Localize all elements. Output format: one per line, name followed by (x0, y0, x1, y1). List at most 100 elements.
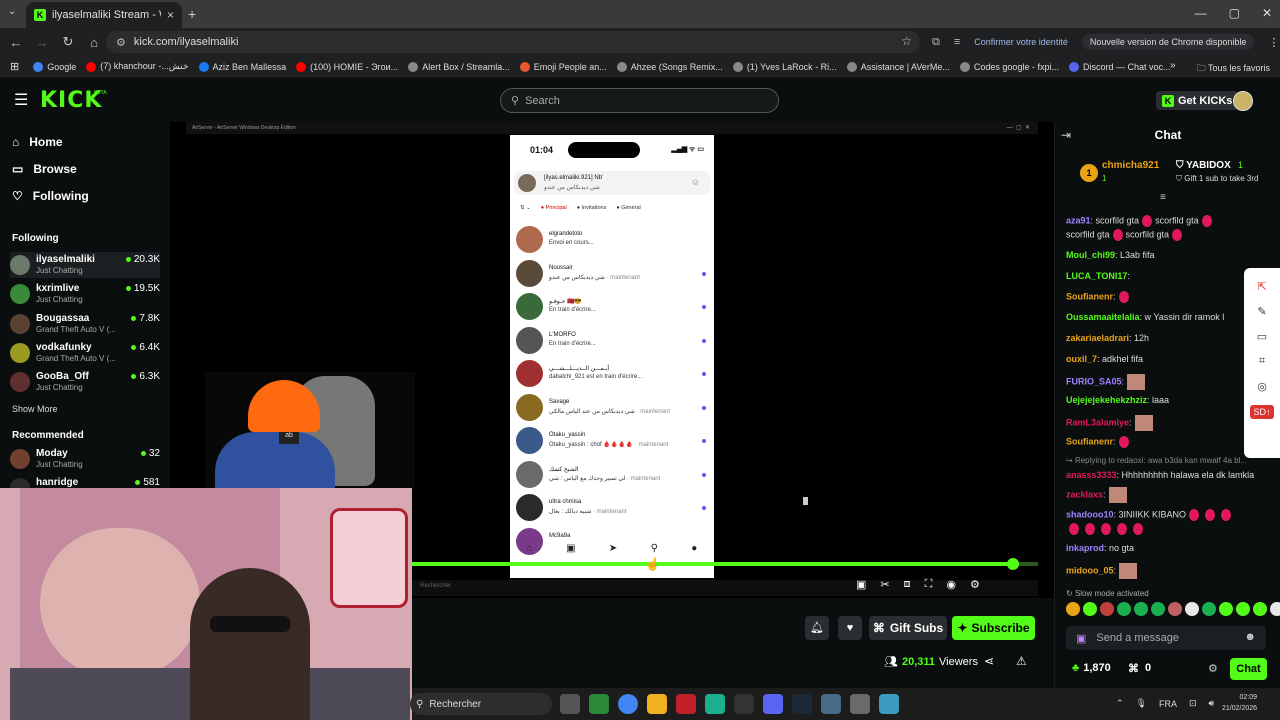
send-chat-button[interactable]: Chat (1230, 658, 1267, 680)
chat-username[interactable]: ouxil_7 (1066, 354, 1097, 364)
quick-emote-icon[interactable] (1066, 602, 1080, 616)
task-view-icon[interactable] (560, 694, 580, 714)
chat-username[interactable]: Uejejejekehekzhziz (1066, 395, 1147, 405)
ext-crop-icon[interactable]: ⌗ (1259, 355, 1265, 368)
reading-list-icon[interactable]: ≡ (954, 36, 960, 48)
taskbar-clock[interactable]: 02:09 21/02/2026 (1222, 692, 1257, 714)
quick-emote-icon[interactable] (1236, 602, 1250, 616)
steam-icon[interactable] (792, 694, 812, 714)
bookmark-item[interactable]: Codes google - fxpi... (959, 61, 1059, 72)
share-icon[interactable]: ⋖ (984, 654, 994, 668)
discord-icon[interactable] (763, 694, 783, 714)
file-explorer-icon[interactable] (647, 694, 667, 714)
tab-list-icon[interactable]: ⌄ (8, 6, 16, 17)
settings-app-icon[interactable] (821, 694, 841, 714)
quick-emote-icon[interactable] (1253, 602, 1267, 616)
chat-username[interactable]: zacklaxs (1066, 489, 1103, 499)
network-icon[interactable]: ⊡ (1189, 698, 1197, 709)
app-icon-1[interactable] (589, 694, 609, 714)
bookmark-item[interactable]: Assistance | AVerMe... (846, 61, 950, 72)
fullscreen-icon[interactable]: ⛶ (925, 578, 933, 591)
ext-export-icon[interactable]: ⇱ (1257, 280, 1266, 293)
chat-username[interactable]: LUCA_TONI17 (1066, 271, 1127, 281)
clip-icon[interactable]: ✂ (880, 578, 889, 591)
settings-gear-icon[interactable]: ⚙ (970, 578, 980, 591)
sidebar-channel-item[interactable]: Moday Just Chatting 32 (10, 446, 160, 472)
chat-username[interactable]: midooo_05 (1066, 565, 1114, 575)
gift-balance[interactable]: ⌘ 0 (1128, 662, 1151, 675)
notification-bell-icon[interactable]: 🔔︎ (805, 616, 829, 640)
quick-emote-icon[interactable] (1185, 602, 1199, 616)
subscribe-button[interactable]: ✦ Subscribe (952, 616, 1035, 640)
volume-icon[interactable]: ◉ (946, 578, 956, 591)
bookmark-item[interactable]: Google (33, 61, 76, 72)
stream-progress-knob[interactable] (1007, 558, 1019, 570)
new-version-button[interactable]: Nouvelle version de Chrome disponible (1081, 34, 1255, 50)
app-icon-obs[interactable] (850, 694, 870, 714)
bookmark-item[interactable]: Ahzee (Songs Remix... (616, 61, 723, 72)
sidebar-channel-item[interactable]: ilyaselmaliki Just Chatting 20.3K (10, 252, 160, 278)
bookmark-item[interactable]: (7) khanchour -...خنش (86, 61, 189, 72)
ext-target-icon[interactable]: ◎ (1257, 380, 1267, 393)
ext-sd-badge[interactable]: SD↑ (1250, 405, 1274, 419)
quick-emote-icon[interactable] (1270, 602, 1280, 616)
theater-mode-icon[interactable]: ▣ (856, 578, 866, 591)
chat-username[interactable]: FURIO_SA05 (1066, 376, 1122, 386)
identity-prompt[interactable]: Confirmer votre identité (974, 37, 1068, 47)
apps-grid-icon[interactable]: ⊞ (10, 60, 19, 73)
menu-dots-icon[interactable]: ⋮ (1268, 36, 1279, 49)
ext-pen-icon[interactable]: ✎ (1257, 305, 1266, 318)
quick-emote-icon[interactable] (1117, 602, 1131, 616)
sidebar-nav-home[interactable]: ⌂ Home (12, 135, 63, 149)
maximize-icon[interactable]: ▢ (1229, 6, 1240, 20)
show-more-link[interactable]: Show More (12, 404, 58, 414)
taskbar-search[interactable]: ⚲ Rechercher (410, 693, 552, 715)
close-tab-icon[interactable]: × (167, 8, 174, 22)
report-icon[interactable]: ⚠ (1016, 654, 1027, 668)
sidebar-nav-following[interactable]: ♡ Following (12, 189, 89, 203)
kicks-balance[interactable]: ♣ 1,870 (1072, 662, 1111, 674)
sidebar-channel-item[interactable]: vodkafunky Grand Theft Auto V (... 6.4K (10, 340, 160, 366)
all-bookmarks-folder[interactable]: 🗀 Tous les favoris (1197, 61, 1270, 77)
more-bookmarks-icon[interactable]: » (1170, 60, 1176, 71)
forward-icon[interactable]: → (30, 35, 54, 50)
follow-heart-icon[interactable]: ♥ (838, 616, 862, 640)
chat-username[interactable]: Soufianenr (1066, 436, 1113, 446)
minimize-icon[interactable]: — (1195, 6, 1207, 20)
chat-username[interactable]: Moul_chi99 (1066, 250, 1115, 260)
quick-emote-icon[interactable] (1151, 602, 1165, 616)
hamburger-menu-icon[interactable]: ☰ (14, 90, 28, 110)
app-icon-dark[interactable] (734, 694, 754, 714)
speaker-icon[interactable]: 🔊︎ (1209, 698, 1215, 709)
second-gifter[interactable]: ⛉ YABIDOX (1176, 160, 1231, 171)
bookmark-item[interactable]: (1) Yves LaRock - Ri... (732, 61, 837, 72)
pip-icon[interactable]: ⧈ (904, 578, 911, 591)
close-window-icon[interactable]: ✕ (1262, 6, 1272, 20)
address-bar[interactable]: ⚙ kick.com/ilyaselmaliki ☆ (106, 31, 920, 53)
chrome-icon[interactable] (618, 694, 638, 714)
quick-emote-icon[interactable] (1134, 602, 1148, 616)
reload-icon[interactable]: ↻ (56, 34, 80, 50)
chat-username[interactable]: RamL3alamiye (1066, 417, 1129, 427)
top-gifter-name[interactable]: chmicha921 (1102, 160, 1159, 171)
chat-username[interactable]: inkaprod (1066, 543, 1104, 553)
gift-subs-button[interactable]: ⌘ Gift Subs (869, 616, 947, 640)
bookmark-item[interactable]: Alert Box / Streamla... (408, 61, 510, 72)
sidebar-channel-item[interactable]: Bougassaa Grand Theft Auto V (... 7.8K (10, 311, 160, 337)
user-avatar[interactable] (1233, 91, 1253, 111)
get-kicks-button[interactable]: K Get KICKs (1156, 91, 1239, 110)
chat-username[interactable]: Oussamaaitelalia (1066, 312, 1140, 322)
microphone-icon[interactable]: 🎙︎ (1136, 698, 1147, 709)
chat-username[interactable]: aza91 (1066, 215, 1091, 225)
quick-emote-icon[interactable] (1083, 602, 1097, 616)
chat-message-input[interactable]: ▣ Send a message ☻ (1066, 626, 1266, 650)
bookmark-item[interactable]: Emoji People an... (519, 61, 607, 72)
bookmark-item[interactable]: (100) HOMIE - Эгои... (296, 61, 398, 72)
quick-emote-icon[interactable] (1219, 602, 1233, 616)
tray-chevron-icon[interactable]: ⌃ (1116, 698, 1124, 709)
app-icon-blue[interactable] (879, 694, 899, 714)
chat-username[interactable]: anasss3333 (1066, 470, 1117, 480)
search-input[interactable]: ⚲ Search (500, 88, 779, 113)
app-icon-adobe[interactable] (676, 694, 696, 714)
bookmark-star-icon[interactable]: ☆ (901, 34, 912, 48)
